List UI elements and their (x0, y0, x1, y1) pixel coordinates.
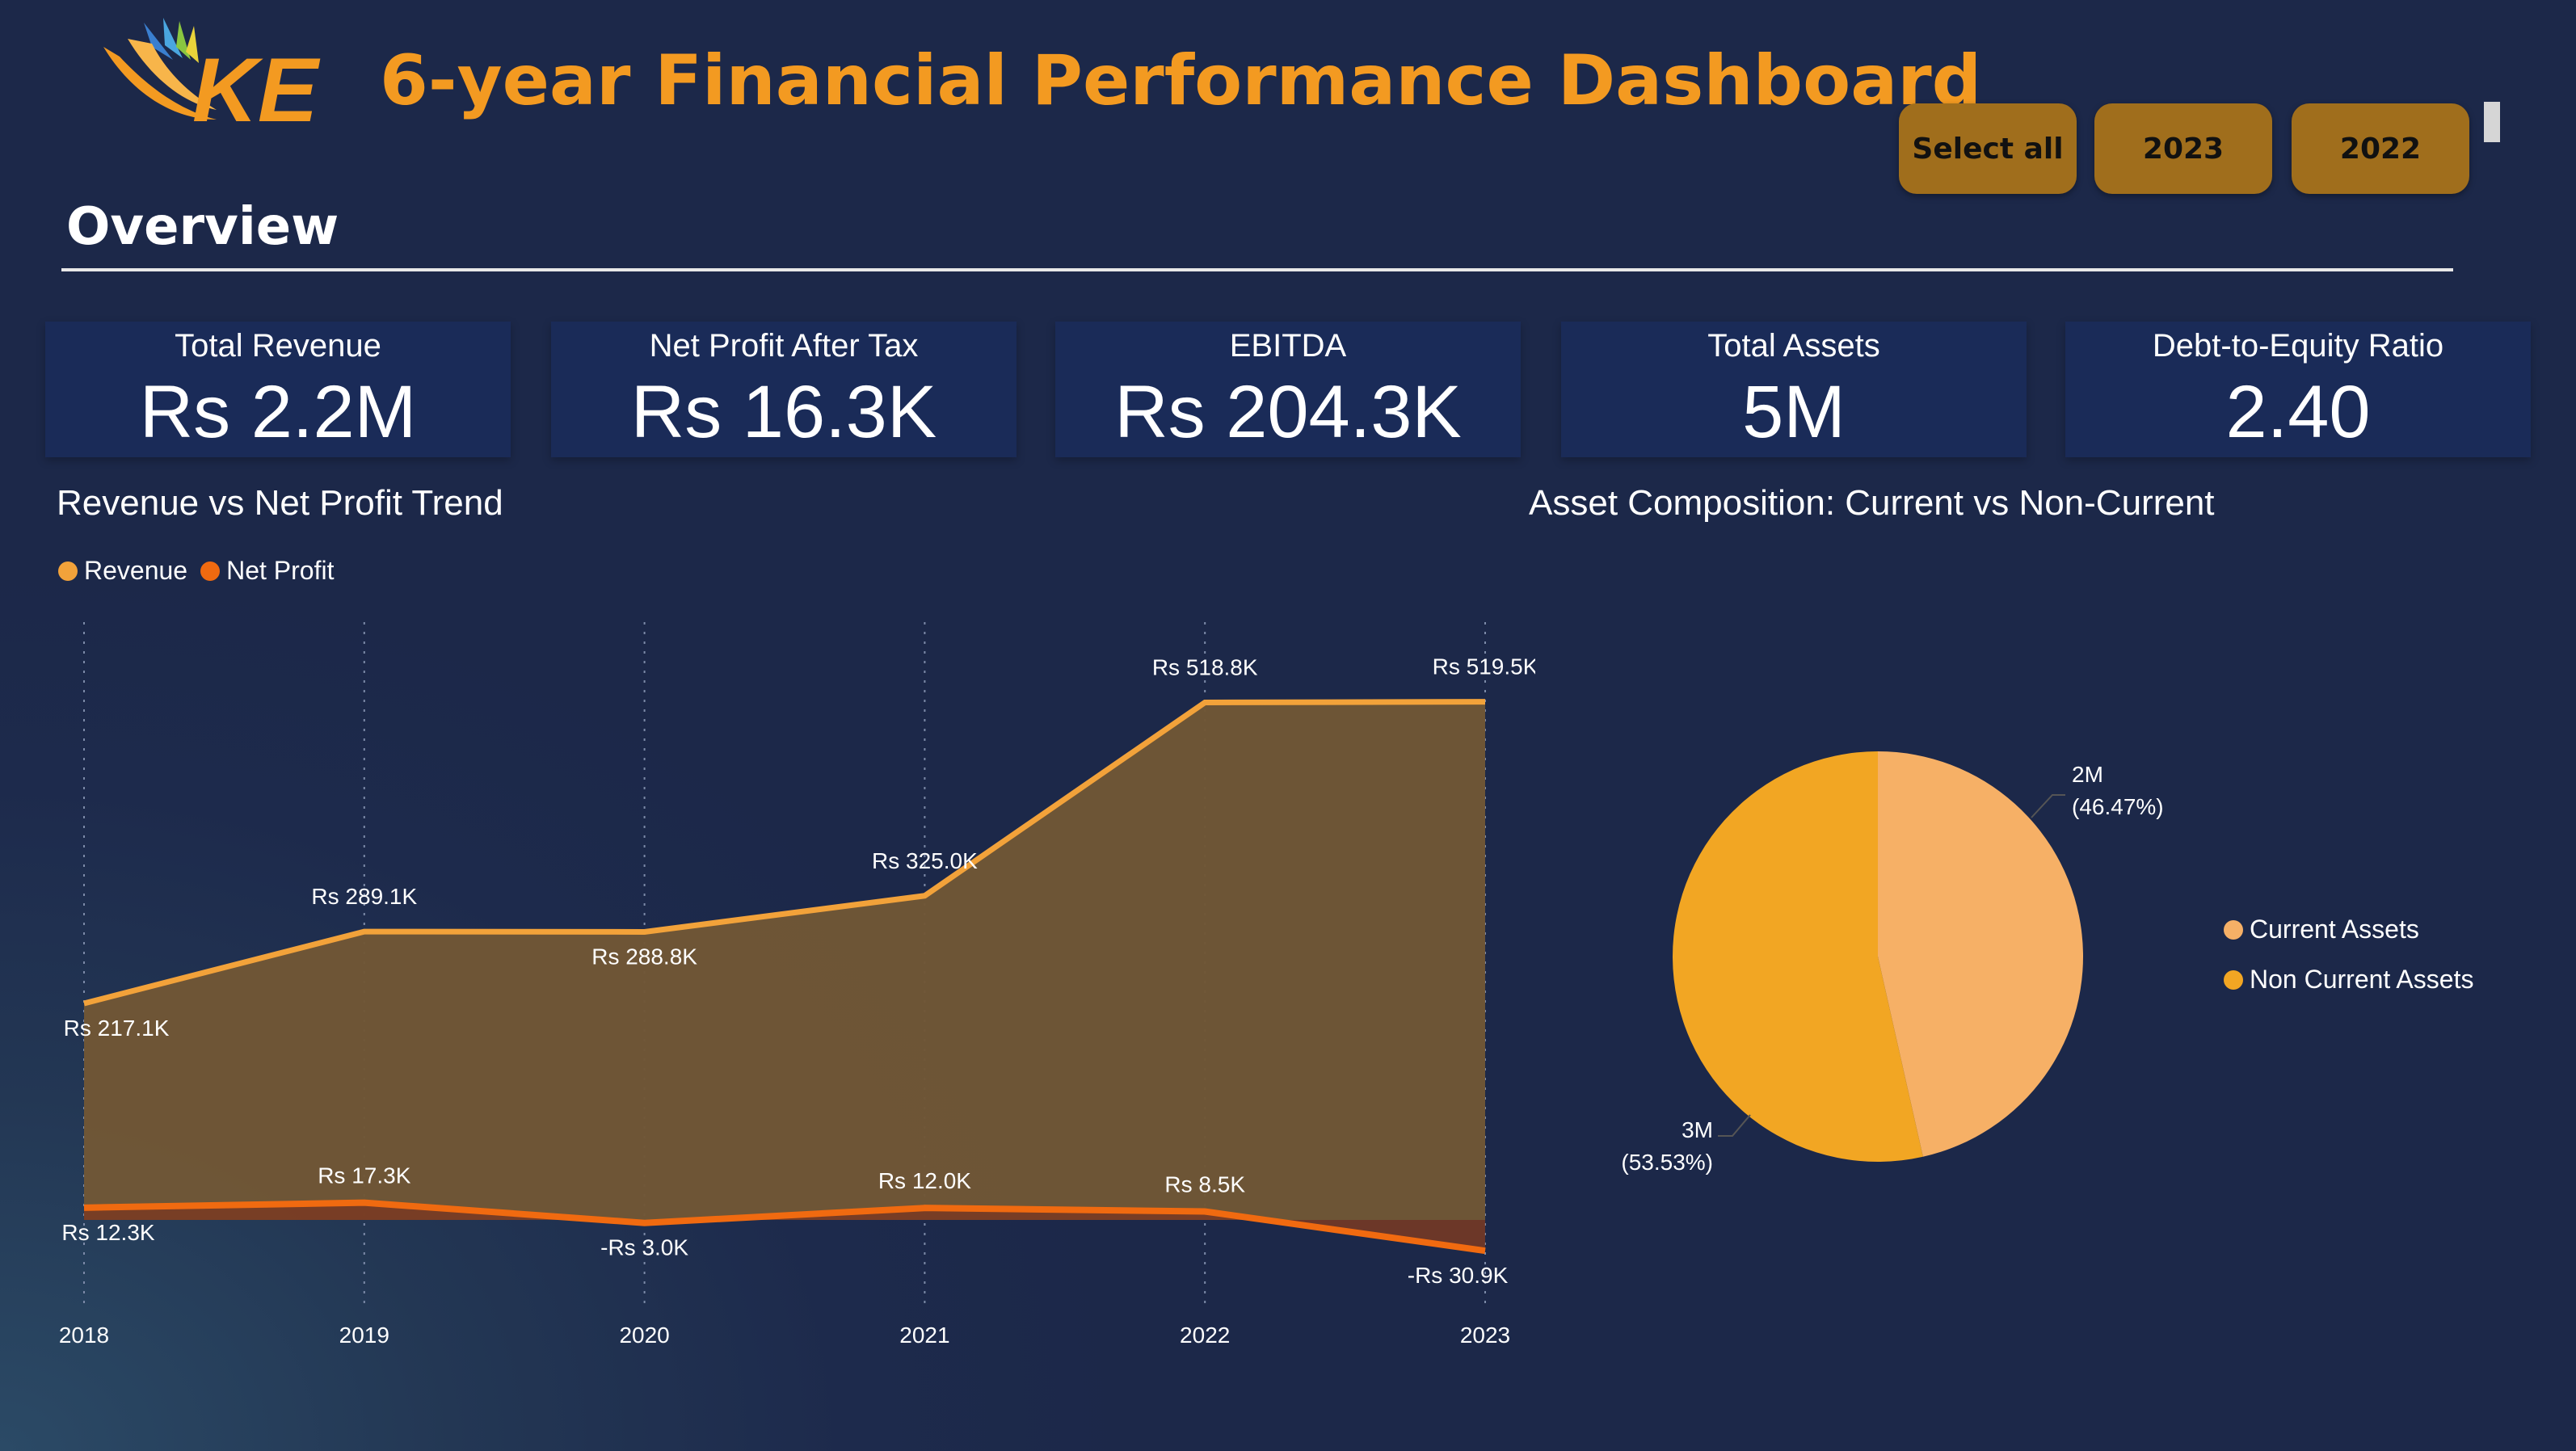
legend-net-profit-label: Net Profit (226, 556, 335, 585)
pie-legend-non-current: Non Current Assets (2224, 965, 2473, 995)
legend-current-assets-label: Current Assets (2250, 915, 2419, 944)
legend-net-profit-dot (200, 561, 221, 581)
kpi-label: Total Assets (1707, 328, 1880, 364)
kpi-label: Total Revenue (175, 328, 381, 364)
kpi-label: Net Profit After Tax (649, 328, 919, 364)
section-divider (61, 268, 2453, 271)
asset-composition-pie: 2M (46.47%) 3M (53.53%) (1621, 751, 2164, 1175)
trend-chart-title: Revenue vs Net Profit Trend (57, 483, 503, 523)
kpi-value: Rs 204.3K (1114, 371, 1462, 453)
pie-label-non-current-value: 3M (1682, 1117, 1713, 1142)
net-profit-data-label: -Rs 3.0K (600, 1235, 688, 1260)
kpi-value: Rs 16.3K (630, 371, 937, 453)
x-tick-label: 2018 (59, 1323, 109, 1348)
x-tick-label: 2019 (339, 1323, 389, 1348)
kpi-label: EBITDA (1229, 328, 1347, 364)
pie-legend-current: Current Assets (2224, 915, 2419, 944)
kpi-card-total-assets: Total Assets 5M (1561, 322, 2027, 457)
net-profit-data-label: Rs 17.3K (318, 1163, 410, 1188)
kpi-card-debt-to-equity: Debt-to-Equity Ratio 2.40 (2065, 322, 2531, 457)
x-tick-label: 2021 (899, 1323, 949, 1348)
net-profit-data-label: -Rs 30.9K (1408, 1263, 1509, 1288)
revenue-data-label: Rs 325.0K (872, 848, 978, 873)
kpi-value: Rs 2.2M (139, 371, 417, 453)
x-tick-label: 2023 (1460, 1323, 1510, 1348)
kpi-card-ebitda: EBITDA Rs 204.3K (1055, 322, 1521, 457)
revenue-data-label: Rs 217.1K (64, 1016, 170, 1041)
pie-chart-title: Asset Composition: Current vs Non-Curren… (1529, 483, 2215, 523)
filter-select-all-button[interactable]: Select all (1899, 103, 2077, 194)
pie-label-non-current-pct: (53.53%) (1621, 1150, 1713, 1175)
net-profit-data-label: Rs 8.5K (1164, 1172, 1245, 1197)
kpi-card-net-profit: Net Profit After Tax Rs 16.3K (551, 322, 1017, 457)
kpi-value: 5M (1742, 371, 1846, 453)
revenue-area (84, 701, 1485, 1220)
net-profit-data-label: Rs 12.3K (61, 1220, 154, 1245)
revenue-net-profit-chart: Rs 217.1K Rs 289.1K Rs 288.8K Rs 325.0K Rs 5… (59, 622, 1535, 1348)
legend-non-current-assets-dot (2224, 969, 2243, 990)
net-profit-data-label: Rs 12.0K (878, 1168, 971, 1193)
pie-leader-current (2031, 794, 2065, 818)
kpi-label: Debt-to-Equity Ratio (2152, 328, 2444, 364)
revenue-data-label: Rs 289.1K (311, 884, 417, 909)
section-title: Overview (66, 197, 339, 257)
pie-leader-non-current (1718, 1114, 1751, 1137)
legend-non-current-assets-label: Non Current Assets (2250, 965, 2474, 994)
legend-revenue-label: Revenue (84, 556, 188, 585)
filter-2023-button[interactable]: 2023 (2094, 103, 2272, 194)
dashboard-title: 6-year Financial Performance Dashboard (380, 40, 1982, 121)
pie-label-current-pct: (46.47%) (2072, 794, 2164, 819)
kpi-value: 2.40 (2225, 371, 2371, 453)
revenue-data-label: Rs 519.5K (1433, 654, 1535, 679)
pie-label-current-value: 2M (2072, 762, 2103, 787)
logo-text: KE (192, 40, 321, 136)
revenue-data-label: Rs 288.8K (591, 944, 697, 969)
x-tick-label: 2020 (619, 1323, 669, 1348)
legend-current-assets-dot (2224, 919, 2243, 940)
filter-2022-button[interactable]: 2022 (2292, 103, 2469, 194)
slicer-scrollbar[interactable] (2484, 102, 2500, 142)
kpi-card-total-revenue: Total Revenue Rs 2.2M (45, 322, 511, 457)
ke-logo: KE (103, 18, 321, 136)
revenue-data-label: Rs 518.8K (1152, 654, 1258, 679)
trend-chart-legend: Revenue Net Profit (58, 556, 334, 586)
x-tick-label: 2022 (1180, 1323, 1230, 1348)
legend-revenue-dot (58, 561, 78, 581)
